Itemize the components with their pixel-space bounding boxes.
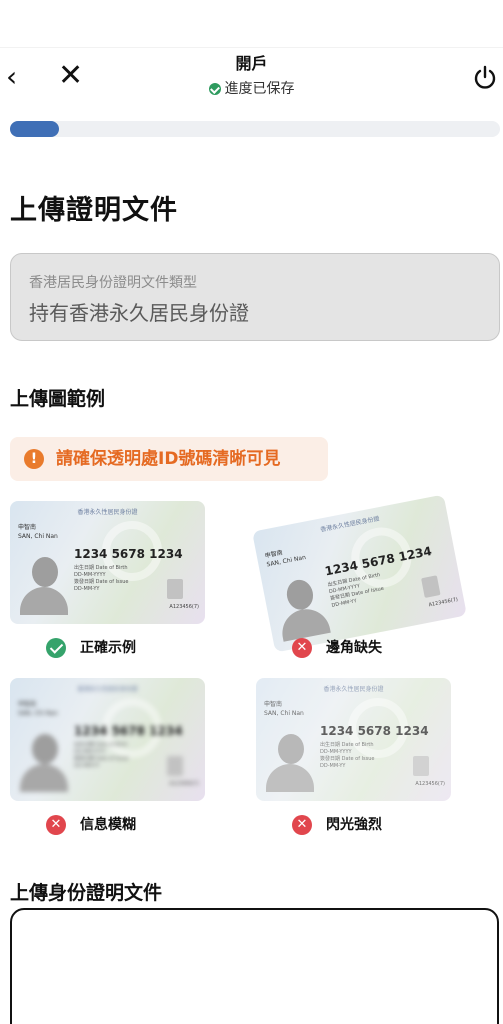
card-title: 香港永久性居民身份證 [77, 509, 138, 516]
card-code: A123456(7) [428, 596, 459, 609]
exclamation-circle-icon: ! [24, 449, 44, 469]
card-details: 出生日期 Date of Birth DD-MM-YYYY 簽發日期 Date of… [74, 742, 129, 769]
power-icon[interactable] [470, 62, 500, 92]
card-code: A123456(7) [415, 781, 445, 787]
card-small-photo [421, 575, 441, 598]
card-number: 1234 5678 1234 [74, 724, 183, 738]
caption-text: 正確示例 [80, 640, 136, 656]
card-photo [270, 571, 333, 643]
section-heading-upload-proof: 上傳證明文件 [10, 195, 178, 226]
card-details: 出生日期 Date of Birth DD-MM-YYYY 簽發日期 Date of… [320, 742, 375, 769]
section-heading-upload-examples: 上傳圖範例 [10, 388, 106, 410]
card-code: A123456(7) [169, 604, 199, 610]
progress-bar [10, 121, 500, 137]
card-code: A123456(7) [169, 781, 199, 787]
caption-blurred: ✕ 信息模糊 [46, 815, 136, 835]
card-photo [18, 730, 70, 792]
caption-correct: 正確示例 [46, 638, 136, 658]
x-circle-icon: ✕ [46, 815, 66, 835]
example-card-glare: 香港永久性居民身份證 申智南 SAN, Chi Nan 1234 5678 123… [256, 678, 451, 801]
document-type-select[interactable]: 香港居民身份證明文件類型 持有香港永久居民身份證 [10, 253, 500, 341]
caption-glare: ✕ 閃光強烈 [292, 815, 382, 835]
example-card-correct: 香港永久性居民身份證 申智南 SAN, Chi Nan 1234 5678 123… [10, 501, 205, 624]
caption-text: 信息模糊 [80, 817, 136, 833]
card-title: 香港永久性居民身份證 [323, 686, 384, 693]
upload-document-area[interactable] [10, 908, 499, 1024]
card-photo [18, 553, 70, 615]
card-holder-name: 申智南 SAN, Chi Nan [264, 549, 307, 569]
card-small-photo [167, 756, 183, 776]
id-visibility-notice: ! 請確保透明處ID號碼清晰可見 [10, 437, 328, 481]
check-circle-icon [46, 638, 66, 658]
document-type-label: 香港居民身份證明文件類型 [29, 275, 197, 291]
page-title: 開戶 [235, 54, 268, 73]
card-number: 1234 5678 1234 [320, 724, 429, 738]
card-holder-name: 申智南 SAN, Chi Nan [18, 524, 58, 540]
section-heading-upload-id: 上傳身份證明文件 [10, 882, 163, 904]
card-photo [264, 730, 316, 792]
card-title: 香港永久性居民身份證 [319, 515, 381, 534]
card-title: 香港永久性居民身份證 [77, 686, 138, 693]
x-circle-icon: ✕ [292, 638, 312, 658]
progress-bar-fill [10, 121, 59, 137]
caption-text: 閃光強烈 [326, 817, 382, 833]
card-small-photo [167, 579, 183, 599]
example-card-blurred: 香港永久性居民身份證 申智南 SAN, Chi Nan 1234 5678 123… [10, 678, 205, 801]
saved-status: 進度已保存 [208, 80, 295, 98]
card-holder-name: 申智南 SAN, Chi Nan [264, 701, 304, 717]
example-card-corner-missing: 香港永久性居民身份證 申智南 SAN, Chi Nan 1234 5678 123… [252, 494, 467, 653]
notice-text: 請確保透明處ID號碼清晰可見 [56, 449, 281, 469]
card-small-photo [413, 756, 429, 776]
x-circle-icon: ✕ [292, 815, 312, 835]
caption-corner-missing: ✕ 邊角缺失 [292, 638, 382, 658]
card-holder-name: 申智南 SAN, Chi Nan [18, 701, 58, 717]
header-title-block: 開戶 進度已保存 [0, 54, 503, 99]
card-details: 出生日期 Date of Birth DD-MM-YYYY 簽發日期 Date of… [74, 565, 129, 592]
top-navigation-bar: ‹ ✕ 開戶 進度已保存 [0, 0, 503, 120]
saved-status-text: 進度已保存 [224, 81, 295, 97]
document-type-value: 持有香港永久居民身份證 [29, 301, 249, 325]
caption-text: 邊角缺失 [326, 640, 382, 656]
card-number: 1234 5678 1234 [74, 547, 183, 561]
card-details: 出生日期 Date of Birth DD-MM-YYYY 簽發日期 Date of… [327, 572, 385, 609]
check-circle-icon [208, 83, 221, 95]
